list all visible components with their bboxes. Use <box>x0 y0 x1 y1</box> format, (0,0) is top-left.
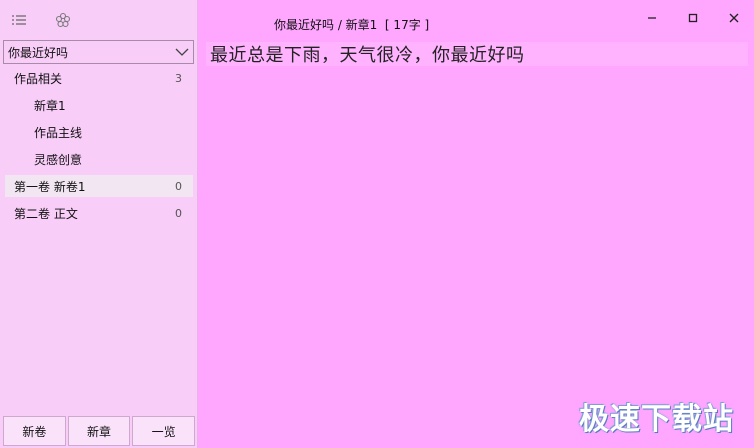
document-title: 你最近好吗 / 新章1 [ 17字 ] <box>274 18 430 32</box>
editor-pane: 你最近好吗 / 新章1 [ 17字 ] 最近总是下雨，天气很冷，你最近好吗 <box>199 0 754 448</box>
tree-item-count: 3 <box>175 71 182 85</box>
tree-item-volume-2[interactable]: 第二卷 正文 0 <box>5 202 193 224</box>
close-icon[interactable] <box>713 4 754 32</box>
new-volume-button[interactable]: 新卷 <box>3 416 66 446</box>
tree-item-volume-1[interactable]: 第一卷 新卷1 0 <box>5 175 193 197</box>
watermark-logo: 极速下载站 <box>579 402 734 437</box>
editor-text-area[interactable]: 最近总是下雨，天气很冷，你最近好吗 <box>206 42 748 66</box>
overview-button[interactable]: 一览 <box>132 416 196 446</box>
tree-item-inspiration[interactable]: 灵感创意 <box>5 148 193 170</box>
flower-settings-icon[interactable] <box>54 11 72 29</box>
tree-item-label: 作品主线 <box>34 125 83 140</box>
window-controls <box>631 4 754 32</box>
tree-item-count: 0 <box>175 206 182 220</box>
maximize-icon[interactable] <box>672 4 713 32</box>
tree-item-new-chapter-1[interactable]: 新章1 <box>5 94 193 116</box>
minimize-icon[interactable] <box>631 4 672 32</box>
tree-item-count: 0 <box>175 179 182 193</box>
menu-icon[interactable] <box>10 11 28 29</box>
tree-item-works-related[interactable]: 作品相关 3 <box>5 67 193 89</box>
tree-item-label: 第二卷 正文 <box>14 206 78 221</box>
book-select-value: 你最近好吗 <box>8 45 69 60</box>
book-select[interactable]: 你最近好吗 <box>3 40 194 64</box>
sidebar: 你最近好吗 作品相关 3 新章1 作品主线 灵感创意 第一卷 新卷1 0 第二卷… <box>0 0 198 448</box>
chapter-tree: 作品相关 3 新章1 作品主线 灵感创意 第一卷 新卷1 0 第二卷 正文 0 <box>5 67 193 229</box>
tree-item-label: 新章1 <box>34 98 66 113</box>
tree-item-label: 第一卷 新卷1 <box>14 179 86 194</box>
tree-item-main-storyline[interactable]: 作品主线 <box>5 121 193 143</box>
sidebar-toolbar <box>10 10 72 30</box>
tree-item-label: 灵感创意 <box>34 152 83 167</box>
chevron-down-icon <box>175 48 189 56</box>
sidebar-bottom-bar: 新卷 新章 一览 <box>3 416 196 446</box>
new-chapter-button[interactable]: 新章 <box>67 416 131 446</box>
tree-item-label: 作品相关 <box>14 71 63 86</box>
editor-text: 最近总是下雨，天气很冷，你最近好吗 <box>210 45 525 66</box>
